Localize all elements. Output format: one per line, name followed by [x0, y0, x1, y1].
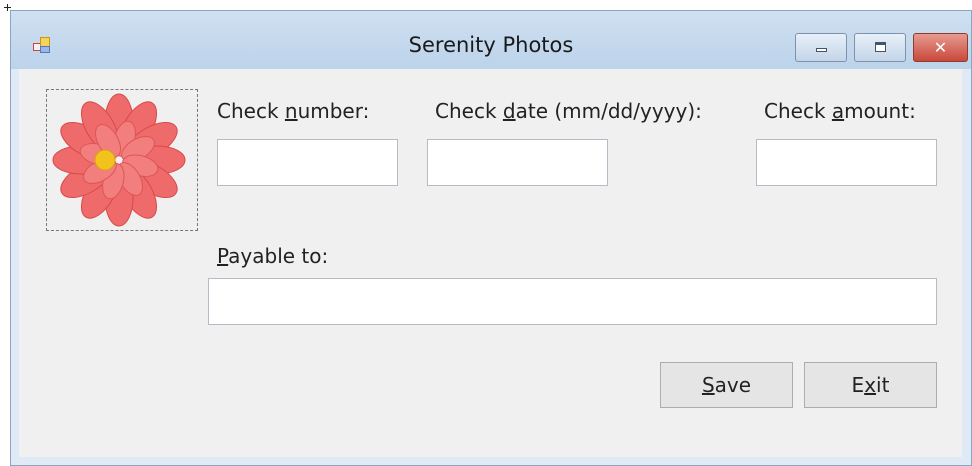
flower-picture-box: [46, 89, 198, 231]
check-date-input[interactable]: [427, 139, 608, 186]
check-number-input[interactable]: [217, 139, 398, 186]
maximize-button[interactable]: [854, 33, 906, 62]
form-client-area: Check number: Check date (mm/dd/yyyy): C…: [19, 69, 962, 457]
flower-photo-icon: [52, 93, 186, 227]
payable-to-label: Payable to:: [217, 244, 329, 268]
check-amount-label: Check amount:: [764, 99, 916, 123]
check-amount-input[interactable]: [756, 139, 937, 186]
payable-to-input[interactable]: [208, 278, 937, 325]
minimize-icon: [816, 48, 827, 52]
title-bar[interactable]: Serenity Photos ✕: [11, 11, 971, 69]
minimize-button[interactable]: [795, 33, 847, 62]
check-date-label: Check date (mm/dd/yyyy):: [435, 99, 702, 123]
save-button[interactable]: Save: [660, 362, 793, 408]
maximize-icon: [875, 42, 886, 52]
check-number-label: Check number:: [217, 99, 370, 123]
exit-button[interactable]: Exit: [804, 362, 937, 408]
main-window: Serenity Photos ✕ Check number: Check da…: [10, 10, 972, 466]
close-button[interactable]: ✕: [913, 33, 968, 62]
close-icon: ✕: [933, 38, 948, 57]
